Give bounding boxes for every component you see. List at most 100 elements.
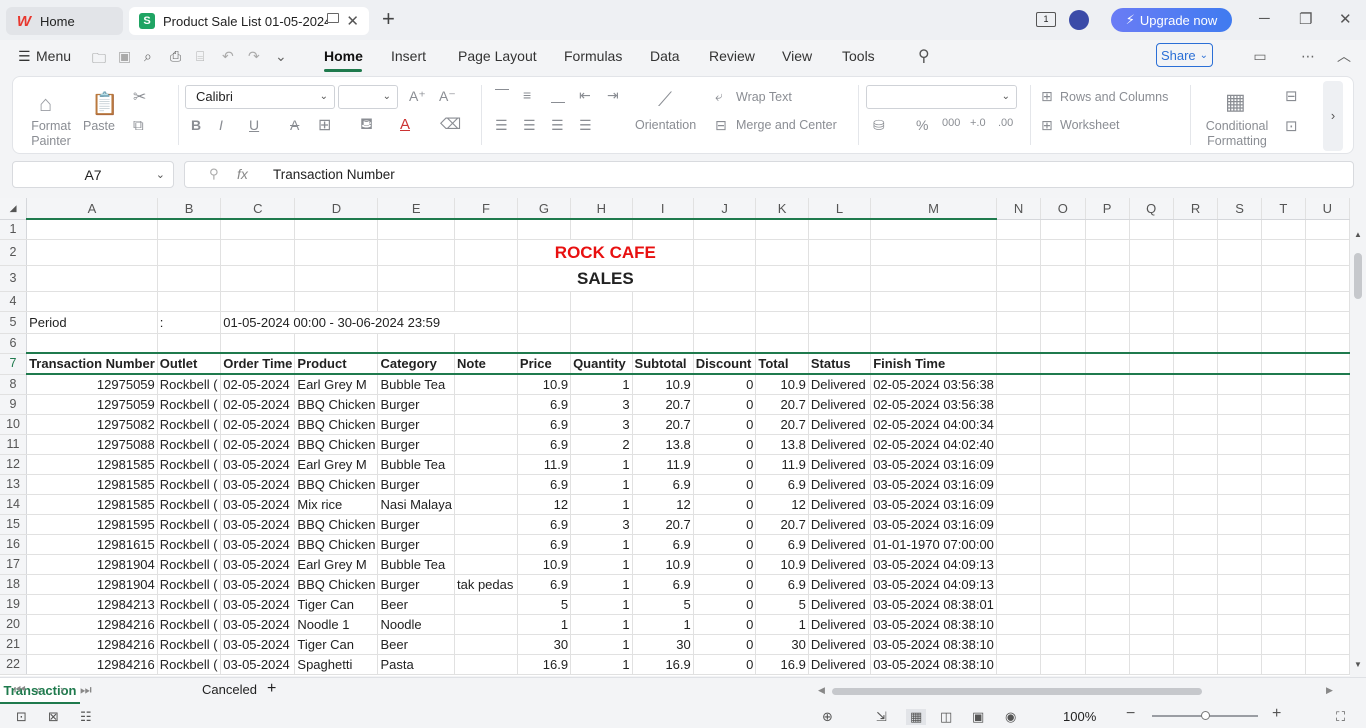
cell[interactable] [870,291,997,312]
cell[interactable] [294,265,379,292]
cell[interactable] [1040,654,1086,675]
table-cell[interactable]: 03-05-2024 [220,474,296,495]
report-title[interactable]: ROCK CAFE [517,239,694,266]
table-cell[interactable]: Rockbell ( [157,554,222,575]
cell[interactable] [1173,534,1219,555]
last-sheet-icon[interactable]: ⏭ [80,682,92,698]
table-cell[interactable]: BBQ Chicken [294,474,379,495]
cell[interactable] [157,291,222,312]
table-cell[interactable]: 03-05-2024 08:38:10 [870,654,997,675]
column-header[interactable]: I [632,198,694,220]
row-header[interactable]: 3 [0,265,28,292]
horizontal-scroll-thumb[interactable] [832,688,1202,695]
table-cell[interactable]: 3 [570,514,633,535]
cell[interactable] [1173,454,1219,475]
zoom-in-icon[interactable]: + [1272,705,1281,723]
tab-page-layout[interactable]: Page Layout [458,48,537,64]
cell[interactable] [1305,454,1350,475]
cell[interactable] [1217,374,1263,395]
zoom-level[interactable]: 100% [1063,709,1096,724]
row-header[interactable]: 12 [0,454,28,475]
table-cell[interactable]: 03-05-2024 [220,534,296,555]
cell[interactable] [1085,614,1130,635]
column-header[interactable]: F [454,198,518,220]
table-cell[interactable]: 5 [517,594,572,615]
table-cell[interactable]: Burger [377,394,455,415]
cell[interactable] [1261,434,1306,455]
decrease-decimal-icon[interactable]: .00 [998,117,1013,129]
table-cell[interactable]: BBQ Chicken [294,414,379,435]
table-cell[interactable]: Earl Grey M [294,374,379,395]
cell[interactable] [26,239,158,266]
cell[interactable] [517,311,572,334]
table-cell[interactable]: Rockbell ( [157,434,222,455]
cell[interactable] [1040,239,1086,266]
cell[interactable] [1217,352,1263,375]
table-cell[interactable] [454,394,518,415]
table-cell[interactable]: 20.7 [632,414,694,435]
table-cell[interactable]: Rockbell ( [157,614,222,635]
ribbon-next-icon[interactable]: › [1323,81,1343,151]
cell[interactable] [1305,494,1350,515]
cell[interactable] [454,291,518,312]
cell[interactable] [996,634,1042,655]
macro-icon[interactable]: ⊠ [48,709,59,725]
save-icon[interactable]: ▣ [118,48,131,65]
conditional-formatting-icon[interactable]: ▦ [1225,89,1246,115]
table-cell[interactable]: 1 [570,474,633,495]
table-cell[interactable]: 03-05-2024 [220,574,296,595]
cell[interactable] [1173,291,1219,312]
cell[interactable] [1305,654,1350,675]
open-folder-icon[interactable]: 🗀 [92,48,106,72]
table-cell[interactable]: 1 [570,614,633,635]
table-cell[interactable] [454,534,518,555]
table-cell[interactable]: Burger [377,414,455,435]
table-cell[interactable]: Bubble Tea [377,374,455,395]
cell[interactable] [1085,634,1130,655]
row-header[interactable]: 9 [0,394,28,415]
cell[interactable] [1173,514,1219,535]
list-icon[interactable]: ☷ [80,709,92,725]
table-cell[interactable] [454,454,518,475]
spreadsheet-grid[interactable]: ◢ A B C D E F G H I J K L M N O P Q R S T U 1 2 ROCK CAFE 3 SALES 4… [0,198,1350,676]
tab-home[interactable]: Home [324,48,363,64]
cell[interactable] [26,291,158,312]
table-cell[interactable]: 0 [693,574,757,595]
cell[interactable] [377,333,455,354]
export-pdf-icon[interactable]: ⇲ [876,709,887,725]
next-sheet-icon[interactable]: › [60,682,64,697]
formula-input[interactable]: ⚲ fx Transaction Number [184,161,1354,188]
cell[interactable] [1217,291,1263,312]
table-cell[interactable]: 03-05-2024 03:16:09 [870,474,997,495]
table-cell[interactable]: Delivered [808,534,872,555]
table-cell[interactable]: 12984216 [26,654,158,675]
cell[interactable] [1040,534,1086,555]
table-cell[interactable]: 1 [570,494,633,515]
underline-icon[interactable]: U [249,117,259,133]
cell-style-icon[interactable]: ⊟ [1285,87,1298,105]
table-cell[interactable]: 03-05-2024 [220,454,296,475]
table-cell[interactable]: 02-05-2024 04:02:40 [870,434,997,455]
cell[interactable] [996,352,1042,375]
table-cell[interactable]: Burger [377,534,455,555]
select-all-corner[interactable]: ◢ [0,198,28,220]
cell[interactable] [1085,291,1130,312]
cell[interactable] [1040,333,1086,354]
table-cell[interactable]: BBQ Chicken [294,394,379,415]
table-cell[interactable]: Tiger Can [294,634,379,655]
format-painter-icon[interactable]: ⌂ [39,91,52,117]
table-cell[interactable]: Rockbell ( [157,654,222,675]
cell[interactable] [632,333,694,354]
table-cell[interactable]: 02-05-2024 [220,374,296,395]
cell[interactable] [377,219,455,240]
cell[interactable] [1173,333,1219,354]
row-header[interactable]: 8 [0,374,28,395]
cell[interactable] [996,239,1042,266]
cell[interactable] [1129,291,1174,312]
cell[interactable] [1305,534,1350,555]
row-header[interactable]: 6 [0,333,28,354]
new-tab-icon[interactable]: + [382,8,395,30]
table-cell[interactable]: 6.9 [517,534,572,555]
worksheet-icon[interactable]: ⊞ [1041,117,1053,134]
zoom-formula-icon[interactable]: ⚲ [209,166,219,182]
